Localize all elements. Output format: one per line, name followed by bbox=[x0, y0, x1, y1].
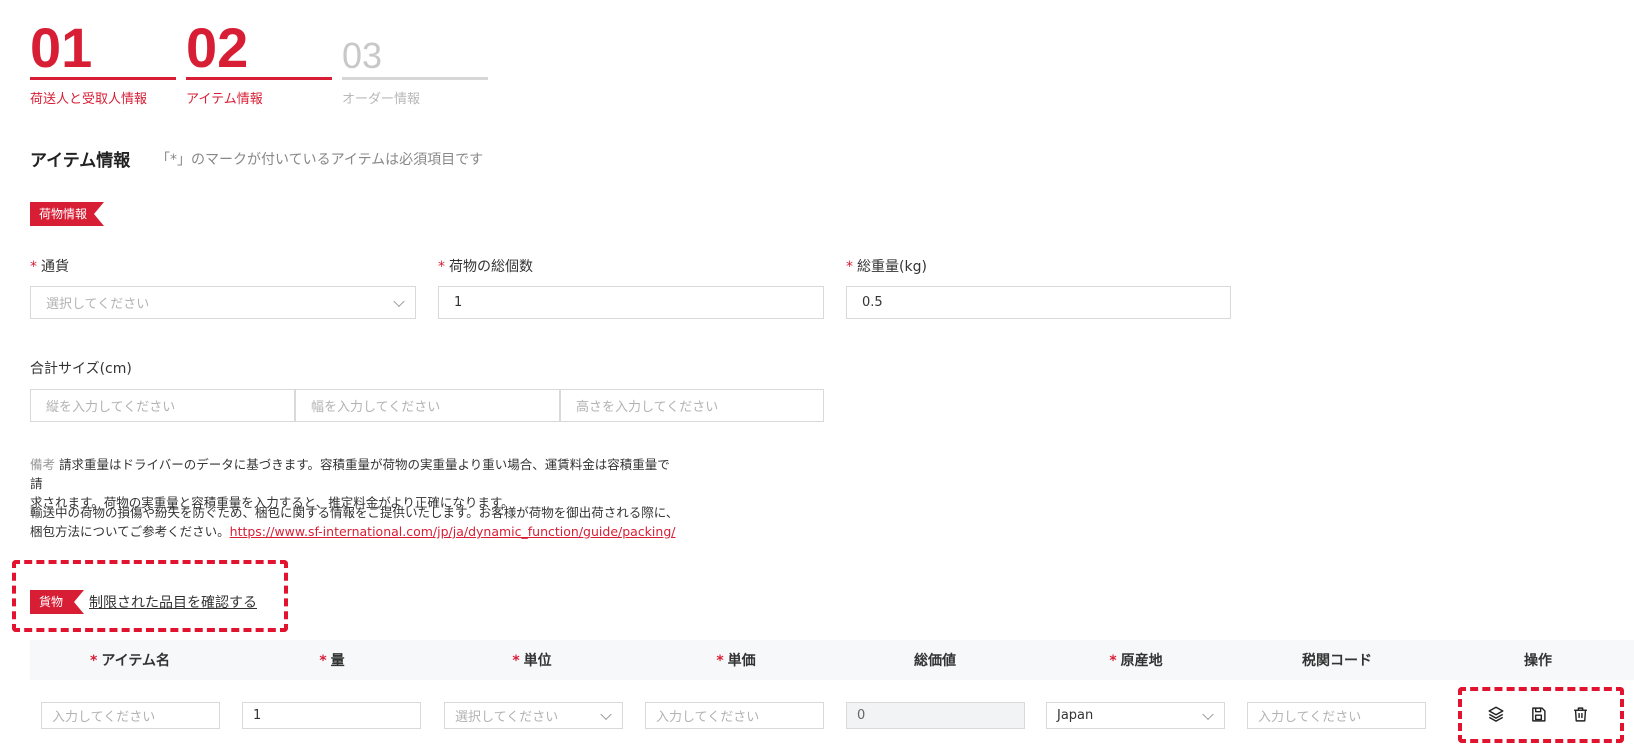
width-input[interactable]: 幅を入力してください bbox=[295, 389, 560, 422]
step-2-label: アイテム情報 bbox=[186, 92, 263, 107]
header-total-value: 総価値 bbox=[914, 653, 956, 669]
total-weight-label: * 総重量(kg) bbox=[846, 259, 927, 275]
currency-label: * 通貨 bbox=[30, 259, 69, 275]
package-info-tag: 荷物情報 bbox=[30, 202, 104, 226]
restricted-items-link[interactable]: 制限された品目を確認する bbox=[89, 592, 257, 612]
step-2-bar bbox=[186, 77, 332, 80]
quantity-input[interactable]: 1 bbox=[242, 702, 421, 729]
length-input[interactable]: 縦を入力してください bbox=[30, 389, 295, 422]
header-origin: * 原産地 bbox=[1109, 653, 1163, 669]
header-unit: * 単位 bbox=[512, 653, 552, 669]
total-count-label: * 荷物の総個数 bbox=[438, 259, 533, 275]
total-weight-input[interactable]: 0.5 bbox=[846, 286, 1231, 319]
total-value-field: 0 bbox=[846, 702, 1025, 729]
item-name-input[interactable]: 入力してください bbox=[41, 702, 220, 729]
chevron-down-icon bbox=[600, 708, 612, 720]
step-2-number: 02 bbox=[186, 16, 249, 79]
step-3-bar bbox=[342, 77, 488, 80]
items-table-header bbox=[30, 640, 1634, 680]
total-size-label: 合計サイズ(cm) bbox=[30, 361, 132, 377]
step-1-label: 荷送人と受取人情報 bbox=[30, 92, 148, 107]
step-1-bar bbox=[30, 77, 176, 80]
step-3-number: 03 bbox=[342, 35, 383, 76]
height-input[interactable]: 高さを入力してください bbox=[560, 389, 824, 422]
currency-select[interactable]: 選択してください bbox=[30, 286, 416, 319]
cargo-tag: 貨物 bbox=[30, 590, 84, 614]
hs-code-input[interactable]: 入力してください bbox=[1247, 702, 1426, 729]
trash-icon[interactable] bbox=[1569, 703, 1591, 725]
header-unit-price: * 単価 bbox=[716, 653, 756, 669]
total-count-input[interactable]: 1 bbox=[438, 286, 824, 319]
header-quantity: * 量 bbox=[319, 653, 345, 669]
chevron-down-icon bbox=[393, 295, 405, 307]
unit-price-input[interactable]: 入力してください bbox=[645, 702, 824, 729]
origin-select[interactable]: Japan bbox=[1046, 702, 1225, 729]
header-item-name: * アイテム名 bbox=[90, 653, 170, 669]
layers-icon[interactable] bbox=[1485, 703, 1507, 725]
packing-note: 輸送中の荷物の損傷や紛失を防ぐため、梱包に関する情報をご提供いたします。お客様が… bbox=[30, 505, 679, 539]
save-icon[interactable] bbox=[1527, 703, 1549, 725]
header-hs-code: 税関コード bbox=[1302, 653, 1372, 669]
chevron-down-icon bbox=[1202, 708, 1214, 720]
page-title: アイテム情報 bbox=[30, 151, 131, 171]
step-3-label: オーダー情報 bbox=[342, 92, 421, 107]
required-note: 「*」のマークが付いているアイテムは必須項目です bbox=[156, 152, 484, 168]
packing-guide-link[interactable]: https://www.sf-international.com/jp/ja/d… bbox=[230, 524, 676, 539]
step-1-number: 01 bbox=[30, 16, 93, 79]
unit-select[interactable]: 選択してください bbox=[444, 702, 623, 729]
header-actions: 操作 bbox=[1524, 653, 1552, 669]
